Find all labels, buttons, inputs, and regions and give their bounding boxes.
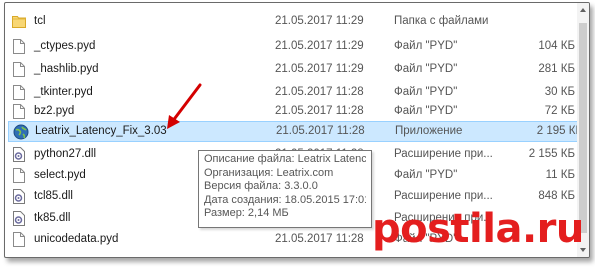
dll-icon (12, 211, 26, 226)
file-icon (12, 232, 26, 247)
tooltip-organization: Организация: Leatrix.com (204, 166, 334, 179)
file-type: Файл "PYD" (394, 169, 458, 181)
file-type: Приложение (395, 125, 463, 137)
dll-icon (12, 189, 26, 204)
watermark-logo: postila.ru (372, 206, 584, 252)
file-name: python27.dll (34, 148, 97, 160)
file-date-modified: 21.05.2017 11:29 (275, 15, 364, 27)
file-icon (12, 39, 26, 54)
folder-icon (12, 14, 26, 29)
file-date-modified: 21.05.2017 11:28 (275, 86, 364, 98)
red-arrow-icon (167, 83, 202, 129)
file-icon (12, 104, 26, 119)
file-size: 104 КБ (538, 40, 575, 52)
file-row[interactable]: Leatrix_Latency_Fix_3.03 21.05.2017 11:28… (8, 121, 583, 142)
file-date-modified: 21.05.2017 11:28 (275, 105, 364, 117)
file-size: 2 155 КБ (528, 148, 575, 160)
file-name: _tkinter.pyd (34, 86, 93, 98)
file-size: 72 КБ (544, 105, 575, 117)
file-date-modified: 21.05.2017 11:28 (276, 125, 365, 137)
file-name: select.pyd (34, 169, 86, 181)
file-size: 11 КБ (545, 169, 575, 181)
file-row[interactable]: _ctypes.pyd 21.05.2017 11:29 Файл "PYD" 104… (5, 36, 575, 57)
file-type: Файл "PYD" (394, 105, 458, 117)
file-row[interactable]: bz2.pyd 21.05.2017 11:28 Файл "PYD" 72 КБ (5, 101, 575, 122)
file-type: Файл "PYD" (394, 40, 458, 52)
file-name: _hashlib.pyd (34, 63, 99, 75)
dll-icon (12, 147, 26, 162)
file-info-tooltip: Описание файла: Leatrix Latency Fix Орга… (198, 150, 372, 228)
tooltip-size: Размер: 2,14 МБ (204, 207, 289, 219)
tooltip-description: Описание файла: Leatrix Latency Fix (204, 153, 366, 165)
file-date-modified: 21.05.2017 11:28 (275, 233, 364, 245)
file-row[interactable]: tcl 21.05.2017 11:29 Папка с файлами (5, 11, 575, 32)
file-name: tk85.dll (34, 212, 71, 224)
file-type: Файл "PYD" (394, 86, 458, 98)
file-type: Файл "PYD" (394, 63, 458, 75)
file-icon (12, 85, 26, 100)
file-size: 2 195 КБ (536, 125, 583, 137)
file-name: bz2.pyd (34, 105, 75, 117)
file-date-modified: 21.05.2017 11:29 (275, 63, 364, 75)
file-name: tcl85.dll (34, 190, 73, 202)
file-icon (12, 168, 26, 183)
file-date-modified: 21.05.2017 11:29 (275, 40, 364, 52)
file-name: tcl (34, 15, 46, 27)
file-name: _ctypes.pyd (34, 40, 96, 52)
file-size: 281 КБ (538, 63, 575, 75)
file-icon (12, 62, 26, 77)
tooltip-created: Дата создания: 18.05.2015 17:01 (204, 193, 366, 206)
file-name: Leatrix_Latency_Fix_3.03 (35, 125, 167, 137)
tooltip-version: Версия файла: 3.3.0.0 (204, 180, 318, 192)
file-size: 30 КБ (544, 86, 575, 98)
globe-app-icon (13, 124, 29, 140)
scroll-up-arrow-icon[interactable] (580, 8, 586, 12)
file-type: Папка с файлами (394, 15, 489, 27)
file-row[interactable]: _hashlib.pyd 21.05.2017 11:29 Файл "PYD" 28… (5, 59, 575, 80)
file-type: Расширение при... (394, 148, 493, 160)
file-name: unicodedata.pyd (34, 233, 119, 245)
file-row[interactable]: _tkinter.pyd 21.05.2017 11:28 Файл "PYD" 30… (5, 82, 575, 103)
